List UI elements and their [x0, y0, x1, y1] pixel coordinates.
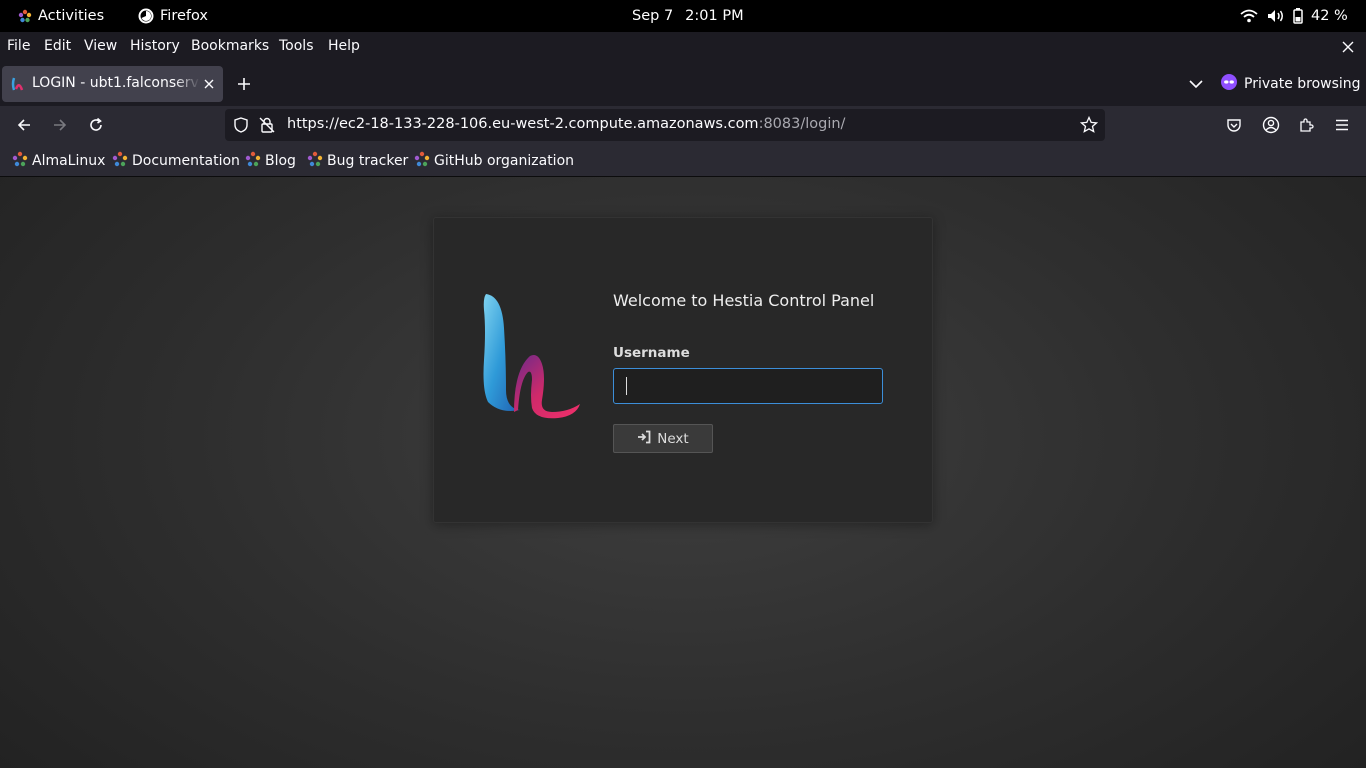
reload-button[interactable]: [84, 113, 108, 137]
almalinux-icon: [414, 151, 430, 171]
almalinux-icon: [12, 151, 28, 171]
window-close-button[interactable]: [1338, 37, 1358, 57]
sign-in-icon: [637, 430, 651, 448]
close-icon: [1342, 41, 1354, 53]
navigation-toolbar: https://ec2-18-133-228-106.eu-west-2.com…: [0, 106, 1366, 144]
almalinux-icon: [112, 151, 128, 171]
menu-edit[interactable]: Edit: [44, 38, 71, 54]
bookmark-label: GitHub organization: [434, 153, 575, 169]
extensions-button[interactable]: [1294, 113, 1318, 137]
app-name: Firefox: [160, 8, 208, 24]
next-label: Next: [657, 430, 689, 447]
system-top-bar: Activities Firefox Sep 7 2:01 PM 42 %: [0, 0, 1366, 32]
pocket-button[interactable]: [1222, 113, 1246, 137]
login-card: Welcome to Hestia Control Panel Username…: [433, 217, 933, 523]
bookmark-label: Bug tracker: [327, 153, 409, 169]
menu-view[interactable]: View: [84, 38, 117, 54]
menu-tools[interactable]: Tools: [279, 38, 314, 54]
pocket-icon: [1227, 119, 1241, 132]
almalinux-icon: [307, 151, 323, 171]
tab-bar: LOGIN - ubt1.falconserver Private browsi…: [0, 62, 1366, 106]
hestia-logo: [483, 294, 580, 419]
private-browsing-label: Private browsing: [1244, 76, 1361, 92]
tab-close-button[interactable]: [200, 75, 218, 93]
activities-icon: [18, 9, 32, 23]
back-arrow-icon: [17, 119, 30, 131]
reload-icon: [90, 117, 102, 131]
bookmark-label: AlmaLinux: [32, 153, 106, 169]
account-icon: [1262, 116, 1280, 134]
bookmark-almalinux[interactable]: AlmaLinux: [12, 151, 106, 171]
next-button[interactable]: Next: [613, 424, 713, 453]
tab-login[interactable]: LOGIN - ubt1.falconserver: [2, 66, 223, 102]
activities-button[interactable]: Activities: [18, 0, 104, 32]
tracking-protection-shield-icon[interactable]: [233, 117, 249, 133]
bookmarks-toolbar: AlmaLinux Documentation Blog Bug tracker…: [0, 144, 1366, 177]
hestia-favicon-icon: [11, 77, 25, 95]
welcome-heading: Welcome to Hestia Control Panel: [613, 291, 875, 310]
volume-icon: [1267, 9, 1285, 23]
forward-button[interactable]: [48, 113, 72, 137]
almalinux-icon: [245, 151, 261, 171]
username-input[interactable]: [613, 368, 883, 404]
url-text: https://ec2-18-133-228-106.eu-west-2.com…: [287, 116, 845, 132]
private-browsing-indicator: Private browsing: [1221, 72, 1361, 96]
bookmark-star-button[interactable]: [1079, 115, 1099, 135]
bookmark-bug-tracker[interactable]: Bug tracker: [307, 151, 409, 171]
battery-icon: [1293, 8, 1303, 24]
bookmark-github-organization[interactable]: GitHub organization: [414, 151, 575, 171]
private-mask-icon: [1221, 74, 1237, 94]
address-bar[interactable]: https://ec2-18-133-228-106.eu-west-2.com…: [225, 109, 1105, 141]
menu-bookmarks[interactable]: Bookmarks: [191, 38, 269, 54]
app-menu[interactable]: Firefox: [138, 0, 208, 32]
clock[interactable]: Sep 7 2:01 PM: [632, 0, 744, 32]
chevron-down-icon: [1189, 80, 1203, 89]
page-content: Welcome to Hestia Control Panel Username…: [0, 177, 1366, 768]
menu-bar: File Edit View History Bookmarks Tools H…: [0, 32, 1366, 62]
clock-time: 2:01 PM: [685, 8, 744, 24]
firefox-icon: [138, 8, 154, 24]
new-tab-button[interactable]: [232, 72, 256, 96]
puzzle-icon: [1300, 118, 1314, 132]
back-button[interactable]: [12, 113, 36, 137]
app-menu-button[interactable]: [1330, 113, 1354, 137]
bookmark-documentation[interactable]: Documentation: [112, 151, 240, 171]
menu-help[interactable]: Help: [328, 38, 360, 54]
battery-percentage: 42 %: [1311, 8, 1348, 24]
plus-icon: [238, 78, 250, 90]
bookmark-blog[interactable]: Blog: [245, 151, 296, 171]
activities-label: Activities: [38, 8, 105, 24]
bookmark-label: Blog: [265, 153, 296, 169]
menu-file[interactable]: File: [7, 38, 30, 54]
menu-history[interactable]: History: [130, 38, 180, 54]
list-all-tabs-button[interactable]: [1184, 72, 1208, 96]
text-caret: [626, 377, 627, 395]
tab-title: LOGIN - ubt1.falconserver: [32, 75, 200, 91]
forward-arrow-icon: [54, 119, 67, 131]
star-icon: [1080, 116, 1098, 133]
wifi-icon: [1240, 9, 1258, 23]
account-button[interactable]: [1259, 113, 1283, 137]
hamburger-menu-icon: [1336, 119, 1348, 131]
username-label: Username: [613, 345, 690, 361]
url-port-path: :8083/login/: [758, 116, 846, 132]
bookmark-label: Documentation: [132, 153, 240, 169]
close-icon: [204, 79, 214, 89]
lock-warning-icon[interactable]: [259, 117, 275, 133]
url-main: https://ec2-18-133-228-106.eu-west-2.com…: [287, 116, 759, 132]
clock-date: Sep 7: [632, 8, 674, 24]
system-status-menu[interactable]: 42 %: [1240, 0, 1348, 32]
